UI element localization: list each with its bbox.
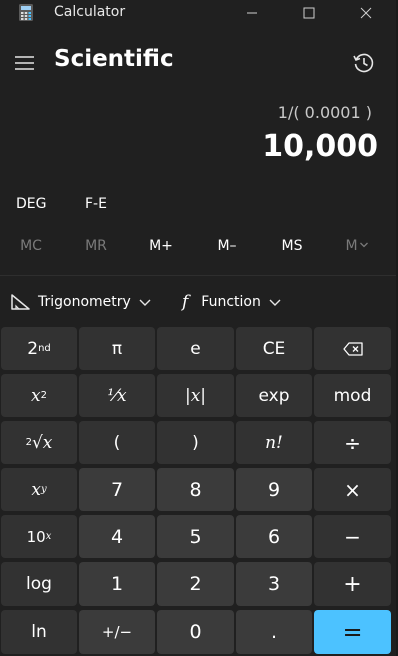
minimize-button[interactable] (234, 2, 270, 24)
result-display: 10,000 (262, 129, 378, 164)
power-button[interactable]: xy (1, 468, 77, 511)
digit-2-button[interactable]: 2 (157, 562, 234, 606)
memory-subtract-button[interactable]: M– (200, 238, 254, 254)
expression-display: 1/( 0.0001 ) (277, 103, 372, 122)
function-icon: f (182, 292, 189, 312)
title-bar: Calculator (0, 0, 398, 26)
digit-0-button[interactable]: 0 (157, 610, 234, 654)
fe-toggle-button[interactable]: F-E (85, 196, 107, 212)
memory-clear-button[interactable]: MC (4, 238, 58, 254)
reciprocal-button[interactable]: ⅟x (79, 374, 155, 417)
pi-button[interactable]: π (79, 327, 155, 370)
angle-mode-button[interactable]: DEG (16, 196, 46, 212)
second-label: 2 (27, 338, 39, 359)
digit-9-button[interactable]: 9 (236, 468, 312, 511)
memory-add-button[interactable]: M+ (134, 238, 188, 254)
add-button[interactable]: + (314, 562, 391, 606)
square-base: x (31, 385, 41, 406)
divide-button[interactable]: ÷ (314, 421, 391, 464)
memory-recall-button[interactable]: MR (69, 238, 123, 254)
digit-5-button[interactable]: 5 (157, 515, 234, 558)
function-dropdown[interactable]: f Function (182, 289, 282, 315)
history-icon (353, 53, 374, 73)
maximize-icon (303, 7, 315, 19)
euler-button[interactable]: e (157, 327, 234, 370)
factorial-button[interactable]: n! (236, 421, 312, 464)
multiply-button[interactable]: × (314, 468, 391, 511)
root-symbol: √x (31, 432, 53, 453)
digit-1-button[interactable]: 1 (79, 562, 155, 606)
hamburger-icon (15, 56, 34, 70)
decimal-button[interactable]: . (236, 610, 312, 654)
triangle-ruler-icon (11, 294, 30, 310)
absolute-value-button[interactable]: |x| (157, 374, 234, 417)
digit-6-button[interactable]: 6 (236, 515, 312, 558)
square-button[interactable]: x2 (1, 374, 77, 417)
calculator-app-icon (19, 4, 33, 21)
window-title: Calculator (54, 4, 126, 20)
divider (0, 275, 398, 276)
mod-button[interactable]: mod (314, 374, 391, 417)
open-paren-button[interactable]: ( (79, 421, 155, 464)
memory-store-button[interactable]: MS (265, 238, 319, 254)
natural-log-button[interactable]: ln (1, 610, 77, 654)
minimize-icon (247, 12, 257, 14)
trigonometry-label: Trigonometry (38, 294, 131, 310)
trigonometry-dropdown[interactable]: Trigonometry (10, 289, 152, 315)
close-paren-button[interactable]: ) (157, 421, 234, 464)
mode-title: Scientific (54, 46, 174, 72)
memory-list-label: M (345, 238, 358, 254)
mode-row: DEG F-E (0, 196, 398, 220)
navigation-menu-button[interactable] (12, 50, 38, 76)
second-function-button[interactable]: 2nd (1, 327, 77, 370)
memory-list-button[interactable]: M (330, 238, 384, 254)
subtract-button[interactable]: − (314, 515, 391, 558)
memory-row: MC MR M+ M– MS M (0, 238, 398, 260)
maximize-button[interactable] (291, 2, 327, 24)
digit-7-button[interactable]: 7 (79, 468, 155, 511)
equals-button[interactable]: = (314, 610, 391, 654)
chevron-down-icon (269, 299, 281, 306)
function-label: Function (201, 294, 261, 310)
digit-3-button[interactable]: 3 (236, 562, 312, 606)
ten-power-button[interactable]: 10 x (1, 515, 77, 558)
negate-button[interactable]: +/− (79, 610, 155, 654)
ten-base: 10 (26, 527, 46, 546)
backspace-button[interactable] (314, 327, 391, 370)
history-button[interactable] (350, 49, 378, 77)
exp-button[interactable]: exp (236, 374, 312, 417)
square-root-button[interactable]: 2 √x (1, 421, 77, 464)
function-row: Trigonometry f Function (0, 289, 398, 315)
backspace-icon (342, 341, 363, 356)
chevron-down-icon (139, 299, 151, 306)
close-icon (360, 7, 372, 19)
digit-4-button[interactable]: 4 (79, 515, 155, 558)
keypad: 2nd π e CE x2 ⅟x |x| exp mod 2 √x ( ) n! … (0, 326, 398, 656)
chevron-down-icon (359, 242, 368, 248)
log-button[interactable]: log (1, 562, 77, 606)
clear-entry-button[interactable]: CE (236, 327, 312, 370)
power-base: x (31, 479, 41, 500)
close-button[interactable] (348, 2, 384, 24)
digit-8-button[interactable]: 8 (157, 468, 234, 511)
